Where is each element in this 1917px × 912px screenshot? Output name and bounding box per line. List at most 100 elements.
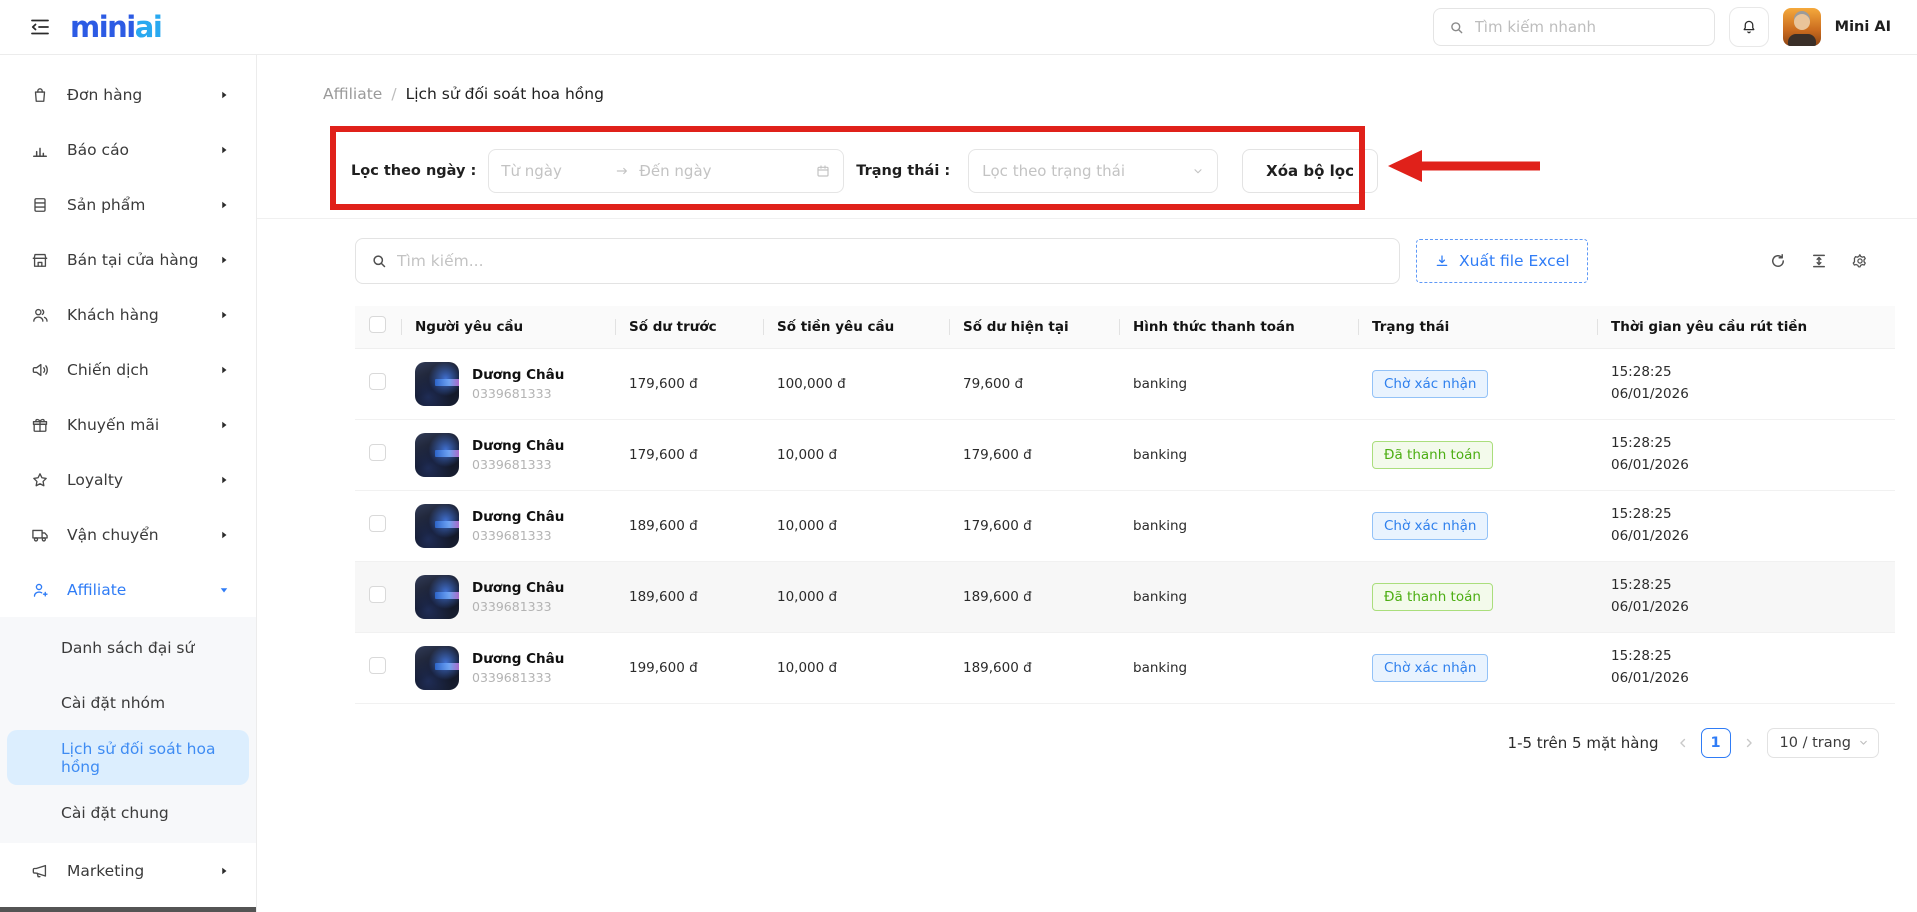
next-page-button[interactable] <box>1742 736 1756 750</box>
data-table-wrap: Người yêu cầu Số dư trước Số tiền yêu cầ… <box>355 306 1895 704</box>
caret-right-icon <box>218 364 230 376</box>
sidebar-item[interactable]: Loyalty <box>0 452 256 507</box>
date-range-picker[interactable] <box>488 149 844 193</box>
sidebar-item[interactable]: Affiliate <box>0 562 256 617</box>
sidebar-item[interactable]: Bán tại cửa hàng <box>0 232 256 287</box>
row-checkbox[interactable] <box>369 373 386 390</box>
export-excel-button[interactable]: Xuất file Excel <box>1416 239 1588 283</box>
balance-before-cell: 189,600 đ <box>615 561 763 632</box>
table-search-box[interactable] <box>355 238 1400 284</box>
request-amount-cell: 10,000 đ <box>763 490 949 561</box>
status-filter-placeholder: Lọc theo trạng thái <box>982 162 1125 180</box>
balance-before-cell: 179,600 đ <box>615 419 763 490</box>
balance-after-cell: 79,600 đ <box>949 348 1119 419</box>
caret-right-icon <box>218 144 230 156</box>
arrow-right-icon <box>615 164 629 178</box>
status-badge: Chờ xác nhận <box>1372 512 1488 540</box>
requester-avatar <box>415 362 459 406</box>
global-search-box[interactable] <box>1433 8 1715 46</box>
caret-right-icon <box>218 529 230 541</box>
sidebar-bottom-strip <box>0 907 256 912</box>
status-badge: Đã thanh toán <box>1372 583 1493 611</box>
sidebar-item[interactable]: Báo cáo <box>0 122 256 177</box>
brand-area: miniai <box>28 13 161 42</box>
select-all-checkbox[interactable] <box>369 316 386 333</box>
row-checkbox[interactable] <box>369 515 386 532</box>
clear-filters-button[interactable]: Xóa bộ lọc <box>1242 149 1378 193</box>
store-icon <box>30 250 50 270</box>
sidebar-item-label: Affiliate <box>67 581 201 599</box>
date-from-input[interactable] <box>501 162 605 180</box>
sidebar-item-label: Khách hàng <box>67 306 201 324</box>
user-avatar[interactable] <box>1783 8 1821 46</box>
current-page-button[interactable]: 1 <box>1701 728 1731 758</box>
requester-name: Dương Châu <box>472 509 564 525</box>
page-size-value: 10 / trang <box>1780 735 1851 751</box>
sidebar-subitem[interactable]: Cài đặt chung <box>7 785 249 840</box>
sidebar-item[interactable]: Chiến dịch <box>0 342 256 397</box>
table-search-input[interactable] <box>397 252 1385 270</box>
sidebar-item[interactable]: Marketing <box>0 843 256 898</box>
sidebar-item[interactable]: Đơn hàng <box>0 67 256 122</box>
row-checkbox[interactable] <box>369 657 386 674</box>
requester-name: Dương Châu <box>472 580 564 596</box>
gear-icon[interactable] <box>1851 252 1869 270</box>
search-icon <box>370 252 388 270</box>
column-header: Hình thức thanh toán <box>1119 306 1358 348</box>
sidebar-item[interactable]: Khuyến mãi <box>0 397 256 452</box>
chevron-right-icon <box>1742 736 1756 750</box>
sidebar-subitem[interactable]: Cài đặt nhóm <box>7 675 249 730</box>
date-filter-label: Lọc theo ngày : <box>351 163 476 179</box>
status-filter-select[interactable]: Lọc theo trạng thái <box>968 149 1218 193</box>
affiliate-submenu: Danh sách đại sứ Cài đặt nhóm Lịch sử đố… <box>0 617 256 843</box>
logo-text-secondary: ai <box>135 10 162 44</box>
search-icon <box>1448 19 1465 36</box>
sidebar-subitem[interactable]: Lịch sử đối soát hoa hồng <box>7 730 249 785</box>
global-search-input[interactable] <box>1475 18 1700 36</box>
product-icon <box>30 195 50 215</box>
sidebar-subitem-label: Danh sách đại sứ <box>61 639 194 657</box>
table-row: Dương Châu 0339681333 179,600 đ 100,000 … <box>355 348 1895 419</box>
request-amount-cell: 10,000 đ <box>763 561 949 632</box>
sidebar-item-label: Báo cáo <box>67 141 201 159</box>
bag-icon <box>30 85 50 105</box>
page-title: Lịch sử đối soát hoa hồng <box>406 85 604 103</box>
requester-cell: Dương Châu 0339681333 <box>415 504 601 548</box>
menu-fold-icon[interactable] <box>28 15 52 39</box>
page-size-select[interactable]: 10 / trang <box>1767 728 1879 758</box>
date-to-input[interactable] <box>639 162 805 180</box>
requester-phone: 0339681333 <box>472 528 564 543</box>
sidebar-item[interactable]: Sản phẩm <box>0 177 256 232</box>
column-height-icon[interactable] <box>1810 252 1828 270</box>
requester-name: Dương Châu <box>472 367 564 383</box>
app-logo[interactable]: miniai <box>70 13 161 42</box>
payment-method-cell: banking <box>1119 632 1358 703</box>
notifications-button[interactable] <box>1729 7 1769 47</box>
sidebar-subitem[interactable]: Danh sách đại sứ <box>7 620 249 675</box>
caret-right-icon <box>218 419 230 431</box>
status-cell: Đã thanh toán <box>1358 419 1597 490</box>
sidebar-item-label: Bán tại cửa hàng <box>67 251 201 269</box>
table-row: Dương Châu 0339681333 179,600 đ 10,000 đ… <box>355 419 1895 490</box>
row-checkbox[interactable] <box>369 444 386 461</box>
sidebar-item[interactable]: Vận chuyển <box>0 507 256 562</box>
balance-after-cell: 189,600 đ <box>949 561 1119 632</box>
request-date: 06/01/2026 <box>1611 668 1881 690</box>
request-amount-cell: 10,000 đ <box>763 419 949 490</box>
requester-name: Dương Châu <box>472 651 564 667</box>
sidebar-item[interactable]: Khách hàng <box>0 287 256 342</box>
row-checkbox[interactable] <box>369 586 386 603</box>
request-time-cell: 15:28:25 06/01/2026 <box>1597 632 1895 703</box>
status-cell: Chờ xác nhận <box>1358 348 1597 419</box>
data-table: Người yêu cầu Số dư trước Số tiền yêu cầ… <box>355 306 1895 704</box>
breadcrumb-parent[interactable]: Affiliate <box>323 85 382 103</box>
request-time: 15:28:25 <box>1611 433 1881 455</box>
top-header: miniai Mini AI <box>0 0 1917 55</box>
status-badge: Đã thanh toán <box>1372 441 1493 469</box>
requester-name: Dương Châu <box>472 438 564 454</box>
payment-method-cell: banking <box>1119 490 1358 561</box>
reload-icon[interactable] <box>1769 252 1787 270</box>
requester-avatar <box>415 433 459 477</box>
prev-page-button[interactable] <box>1676 736 1690 750</box>
customers-icon <box>30 305 50 325</box>
